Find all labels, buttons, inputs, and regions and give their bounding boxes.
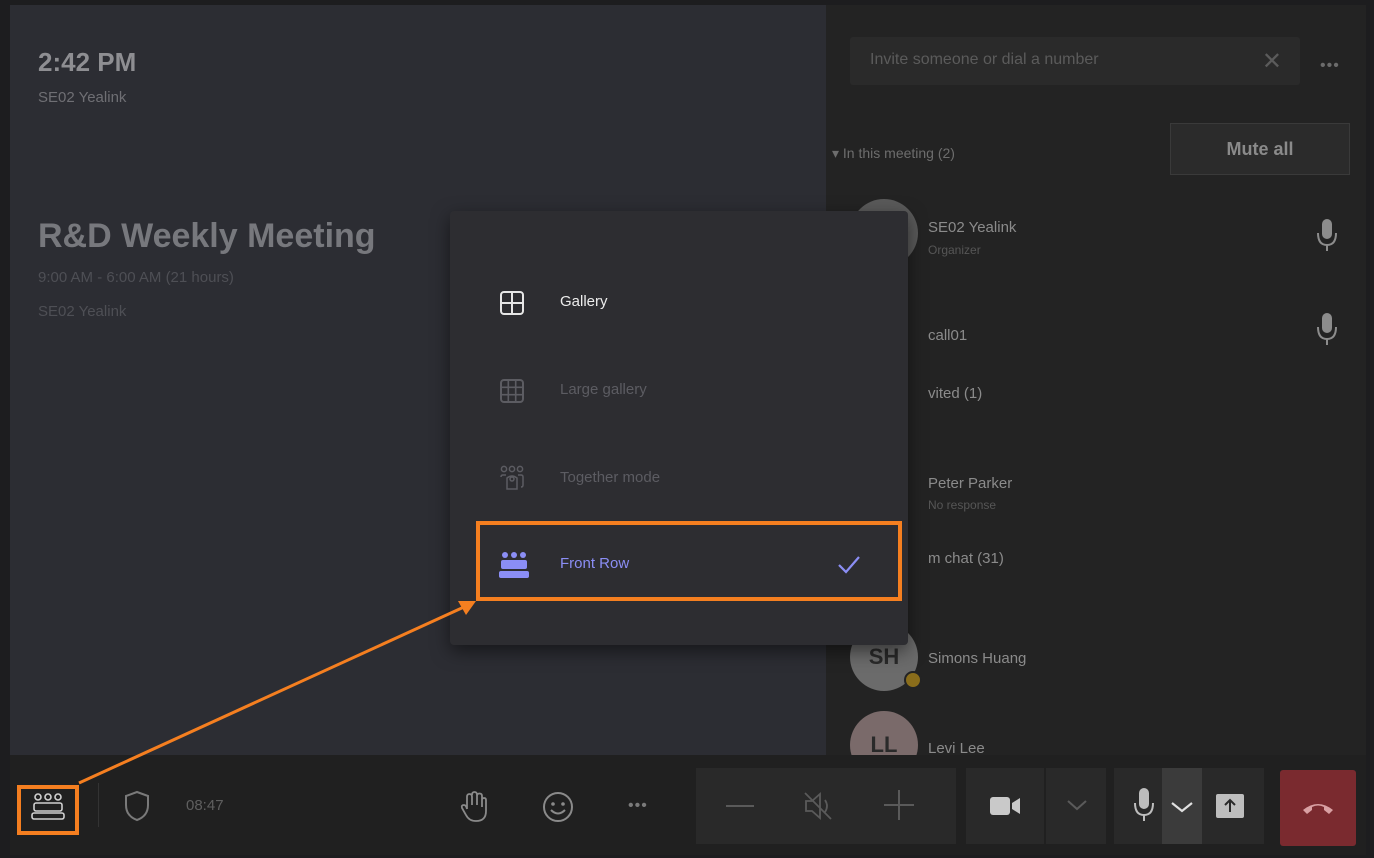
chevron-down-icon: [1171, 802, 1193, 813]
section-chat[interactable]: m chat (31): [928, 550, 1004, 567]
clock: 2:42 PM: [38, 47, 137, 77]
smiley-icon[interactable]: [540, 789, 576, 825]
section-in-meeting[interactable]: ▾ In this meeting (2): [832, 145, 955, 162]
together-mode-icon: [500, 465, 524, 490]
grid-3x3-icon: [500, 379, 524, 403]
highlight-box: [17, 785, 79, 835]
participant-name[interactable]: Peter Parker: [928, 475, 1012, 492]
invite-placeholder: Invite someone or dial a number: [870, 51, 1099, 68]
camera-icon: [990, 797, 1020, 815]
participant-status: No response: [928, 498, 997, 512]
mic-controls: [1114, 768, 1264, 844]
layout-option-together-mode[interactable]: Together mode: [450, 439, 908, 519]
layout-option-label: Together mode: [560, 469, 661, 486]
layout-option-large-gallery[interactable]: Large gallery: [450, 351, 908, 431]
participant-name[interactable]: Simons Huang: [928, 650, 1026, 667]
meeting-time: 9:00 AM - 6:00 AM (21 hours): [38, 269, 234, 286]
raise-hand-icon[interactable]: [458, 789, 492, 825]
mute-all-button[interactable]: Mute all: [1170, 123, 1350, 175]
microphone-icon[interactable]: [1316, 311, 1338, 347]
status-badge: [904, 671, 922, 689]
participant-role: Organizer: [928, 243, 981, 257]
layout-option-label: Large gallery: [560, 381, 647, 398]
participant-name[interactable]: SE02 Yealink: [928, 219, 1016, 236]
more-icon[interactable]: •••: [628, 797, 648, 815]
call-timer: 08:47: [186, 797, 224, 814]
room-name: SE02 Yealink: [38, 89, 127, 106]
share-screen-icon[interactable]: [1214, 792, 1246, 820]
participant-name[interactable]: call01: [928, 327, 967, 344]
more-options-icon[interactable]: •••: [1320, 57, 1340, 75]
layout-option-label: Gallery: [560, 293, 608, 310]
meeting-organizer: SE02 Yealink: [38, 303, 127, 320]
microphone-icon[interactable]: [1316, 217, 1338, 253]
chevron-down-icon: [1067, 800, 1087, 811]
highlight-box: [476, 521, 902, 601]
meeting-title: R&D Weekly Meeting: [38, 217, 376, 255]
camera-options-button[interactable]: [1046, 768, 1106, 844]
section-invited[interactable]: vited (1): [928, 385, 982, 402]
layout-option-gallery[interactable]: Gallery: [450, 263, 908, 343]
grid-2x2-icon: [500, 291, 524, 315]
divider: [98, 783, 99, 827]
audio-controls: [696, 768, 956, 844]
shield-icon[interactable]: [122, 789, 152, 823]
close-icon[interactable]: ✕: [1262, 47, 1282, 76]
invite-field[interactable]: Invite someone or dial a number ✕: [850, 37, 1300, 85]
speaker-muted-icon[interactable]: [802, 790, 838, 822]
call-toolbar: 08:47 •••: [10, 755, 1366, 855]
plus-icon[interactable]: [884, 790, 914, 820]
camera-button[interactable]: [966, 768, 1044, 844]
mic-options-button[interactable]: [1162, 768, 1202, 844]
hang-up-button[interactable]: [1280, 770, 1356, 846]
minus-icon[interactable]: [726, 805, 754, 807]
microphone-icon[interactable]: [1132, 786, 1156, 824]
hang-up-icon: [1303, 804, 1333, 814]
